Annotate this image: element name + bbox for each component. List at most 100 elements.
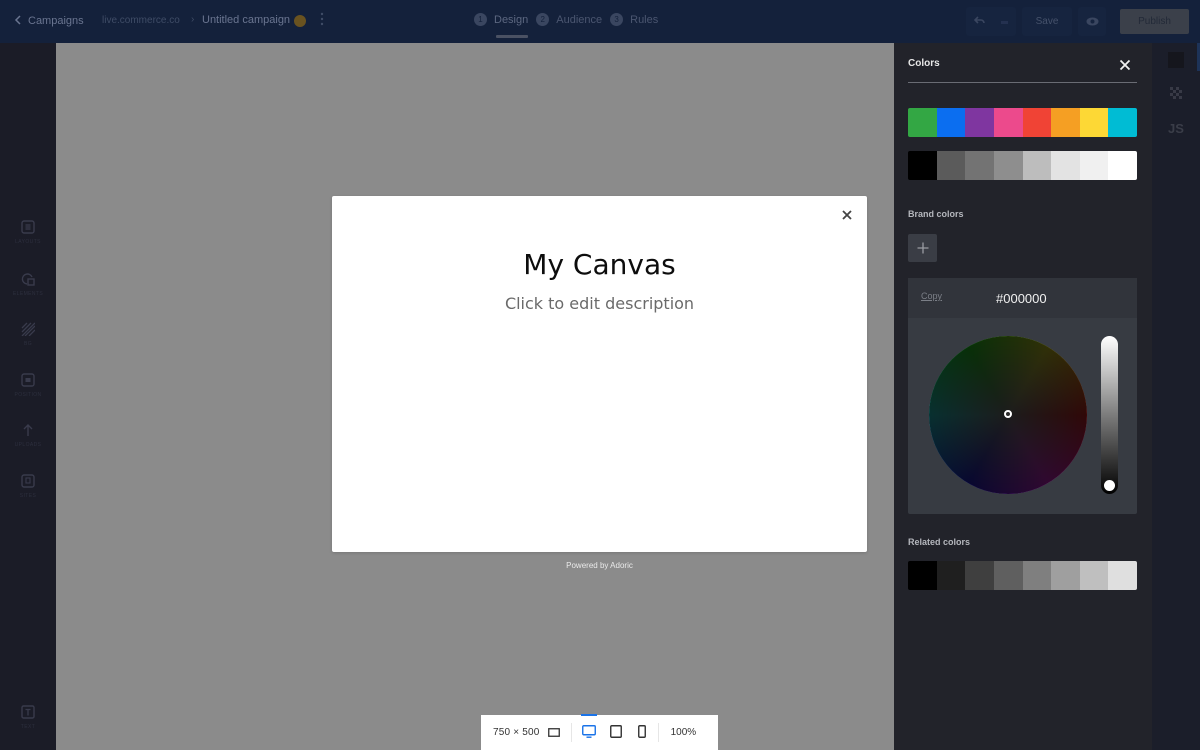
sidebar-item-sites[interactable]: Sites	[0, 474, 56, 499]
preview-button[interactable]	[1078, 7, 1106, 36]
tablet-icon	[609, 724, 622, 741]
color-swatch[interactable]	[908, 108, 937, 137]
color-picker-header: Copy	[908, 278, 1137, 318]
editor-app: Campaigns live.commerce.co › Untitled ca…	[0, 0, 1200, 750]
toolbar-divider	[570, 723, 572, 742]
color-swatch[interactable]	[1051, 151, 1080, 180]
hex-input[interactable]	[996, 288, 1116, 308]
sidebar-item-layouts[interactable]: Layouts	[0, 220, 56, 245]
powered-by-label: Powered by Adoric	[566, 561, 633, 570]
redo-icon[interactable]	[1001, 16, 1008, 28]
breadcrumb-site[interactable]: live.commerce.co	[102, 15, 180, 26]
color-swatch[interactable]	[965, 151, 994, 180]
related-color-swatch[interactable]	[1079, 561, 1109, 590]
color-swatch[interactable]	[936, 151, 966, 180]
color-swatch[interactable]	[1022, 108, 1052, 137]
related-color-swatch[interactable]	[1051, 561, 1080, 590]
popup-canvas[interactable]: My Canvas Click to edit description	[332, 196, 867, 552]
step-audience[interactable]: 2 Audience	[536, 13, 602, 26]
popup-close-icon[interactable]	[841, 208, 853, 220]
canvas-size-label: 750 × 500	[493, 727, 540, 738]
color-picker: Copy	[908, 278, 1137, 514]
color-swatch[interactable]	[1051, 108, 1080, 137]
color-square-icon	[1168, 51, 1184, 73]
color-swatch[interactable]	[965, 108, 994, 137]
related-color-swatch[interactable]	[965, 561, 994, 590]
campaign-title[interactable]: Untitled campaign	[202, 14, 290, 26]
sidebar-item-position[interactable]: Position	[0, 373, 56, 398]
related-color-swatch[interactable]	[1022, 561, 1052, 590]
color-swatch[interactable]	[908, 151, 937, 180]
sidebar-item-label: BG	[23, 341, 33, 347]
color-swatch[interactable]	[1108, 151, 1137, 180]
undo-redo-group	[966, 7, 1016, 36]
color-swatch[interactable]	[1022, 151, 1052, 180]
popup-title[interactable]: My Canvas	[332, 248, 867, 281]
top-bar: Campaigns live.commerce.co › Untitled ca…	[0, 0, 1200, 43]
sidebar-item-label: Sites	[19, 493, 37, 499]
plus-icon	[917, 240, 929, 257]
color-swatch[interactable]	[1079, 108, 1109, 137]
strip-js-button[interactable]: JS	[1166, 118, 1186, 138]
sidebar-item-text[interactable]: Text	[0, 705, 56, 730]
color-wheel-handle[interactable]	[1004, 410, 1012, 418]
sidebar-item-uploads[interactable]: Uploads	[0, 423, 56, 448]
related-colors-label: Related colors	[908, 537, 971, 547]
add-brand-color-button[interactable]	[908, 234, 937, 262]
color-swatch[interactable]	[1079, 151, 1109, 180]
left-sidebar: Layouts Elements BG Position Uploads	[0, 43, 56, 750]
mobile-icon	[637, 724, 646, 741]
layouts-icon	[21, 220, 35, 234]
related-colors	[908, 561, 1137, 590]
upload-icon	[21, 423, 35, 437]
popup-description[interactable]: Click to edit description	[332, 294, 867, 313]
desktop-view-button[interactable]	[580, 713, 597, 741]
preset-colors-grays	[908, 151, 1137, 180]
sidebar-item-label: Text	[20, 724, 36, 730]
sidebar-item-bg[interactable]: BG	[0, 322, 56, 347]
publish-button[interactable]: Publish	[1120, 9, 1189, 34]
mobile-view-button[interactable]	[637, 724, 646, 741]
colors-panel: Colors Brand colors Copy #000000 Related…	[894, 43, 1152, 750]
color-swatch[interactable]	[936, 108, 966, 137]
lightness-slider-handle[interactable]	[1104, 480, 1115, 491]
sidebar-item-elements[interactable]: Elements	[0, 272, 56, 297]
canvas-area[interactable]: My Canvas Click to edit description Powe…	[56, 43, 894, 750]
related-color-swatch[interactable]	[993, 561, 1023, 590]
panel-title: Colors	[908, 58, 940, 69]
canvas-size-icon[interactable]	[547, 728, 560, 737]
panel-close-icon[interactable]	[1119, 58, 1131, 71]
color-swatch[interactable]	[993, 108, 1023, 137]
checkerboard-icon	[1170, 86, 1182, 104]
step-design[interactable]: 1 Design	[474, 13, 529, 38]
lightness-slider[interactable]	[1101, 336, 1118, 494]
save-button[interactable]: Save	[1022, 7, 1072, 36]
step-number: 1	[474, 13, 487, 26]
color-swatch[interactable]	[1108, 108, 1137, 137]
sidebar-item-label: Position	[14, 392, 42, 398]
brand-colors-label: Brand colors	[908, 209, 964, 219]
color-swatch[interactable]	[993, 151, 1023, 180]
campaign-status-dot	[294, 15, 306, 27]
topbar-actions: Save Publish	[966, 7, 1200, 36]
sidebar-item-label: Layouts	[15, 239, 41, 245]
back-to-campaigns-link[interactable]: Campaigns	[14, 14, 84, 28]
related-color-swatch[interactable]	[908, 561, 937, 590]
undo-icon[interactable]	[973, 15, 985, 28]
step-rules[interactable]: 3 Rules	[610, 13, 658, 26]
related-color-swatch[interactable]	[1108, 561, 1137, 590]
more-options-icon[interactable]	[318, 12, 326, 26]
sites-icon	[21, 474, 35, 488]
tablet-view-button[interactable]	[609, 724, 622, 741]
wizard-steps: 1 Design 2 Audience 3 Rules	[474, 13, 658, 38]
step-label: Rules	[630, 13, 659, 26]
zoom-level[interactable]: 100%	[671, 727, 697, 738]
step-number: 2	[536, 13, 550, 26]
strip-pattern-button[interactable]	[1166, 85, 1186, 105]
strip-colors-button[interactable]	[1166, 51, 1186, 73]
related-color-swatch[interactable]	[936, 561, 966, 590]
step-number: 3	[610, 13, 624, 26]
copy-hex-link[interactable]: Copy	[921, 291, 942, 301]
toolbar-divider	[657, 723, 659, 742]
step-label: Audience	[556, 13, 603, 26]
